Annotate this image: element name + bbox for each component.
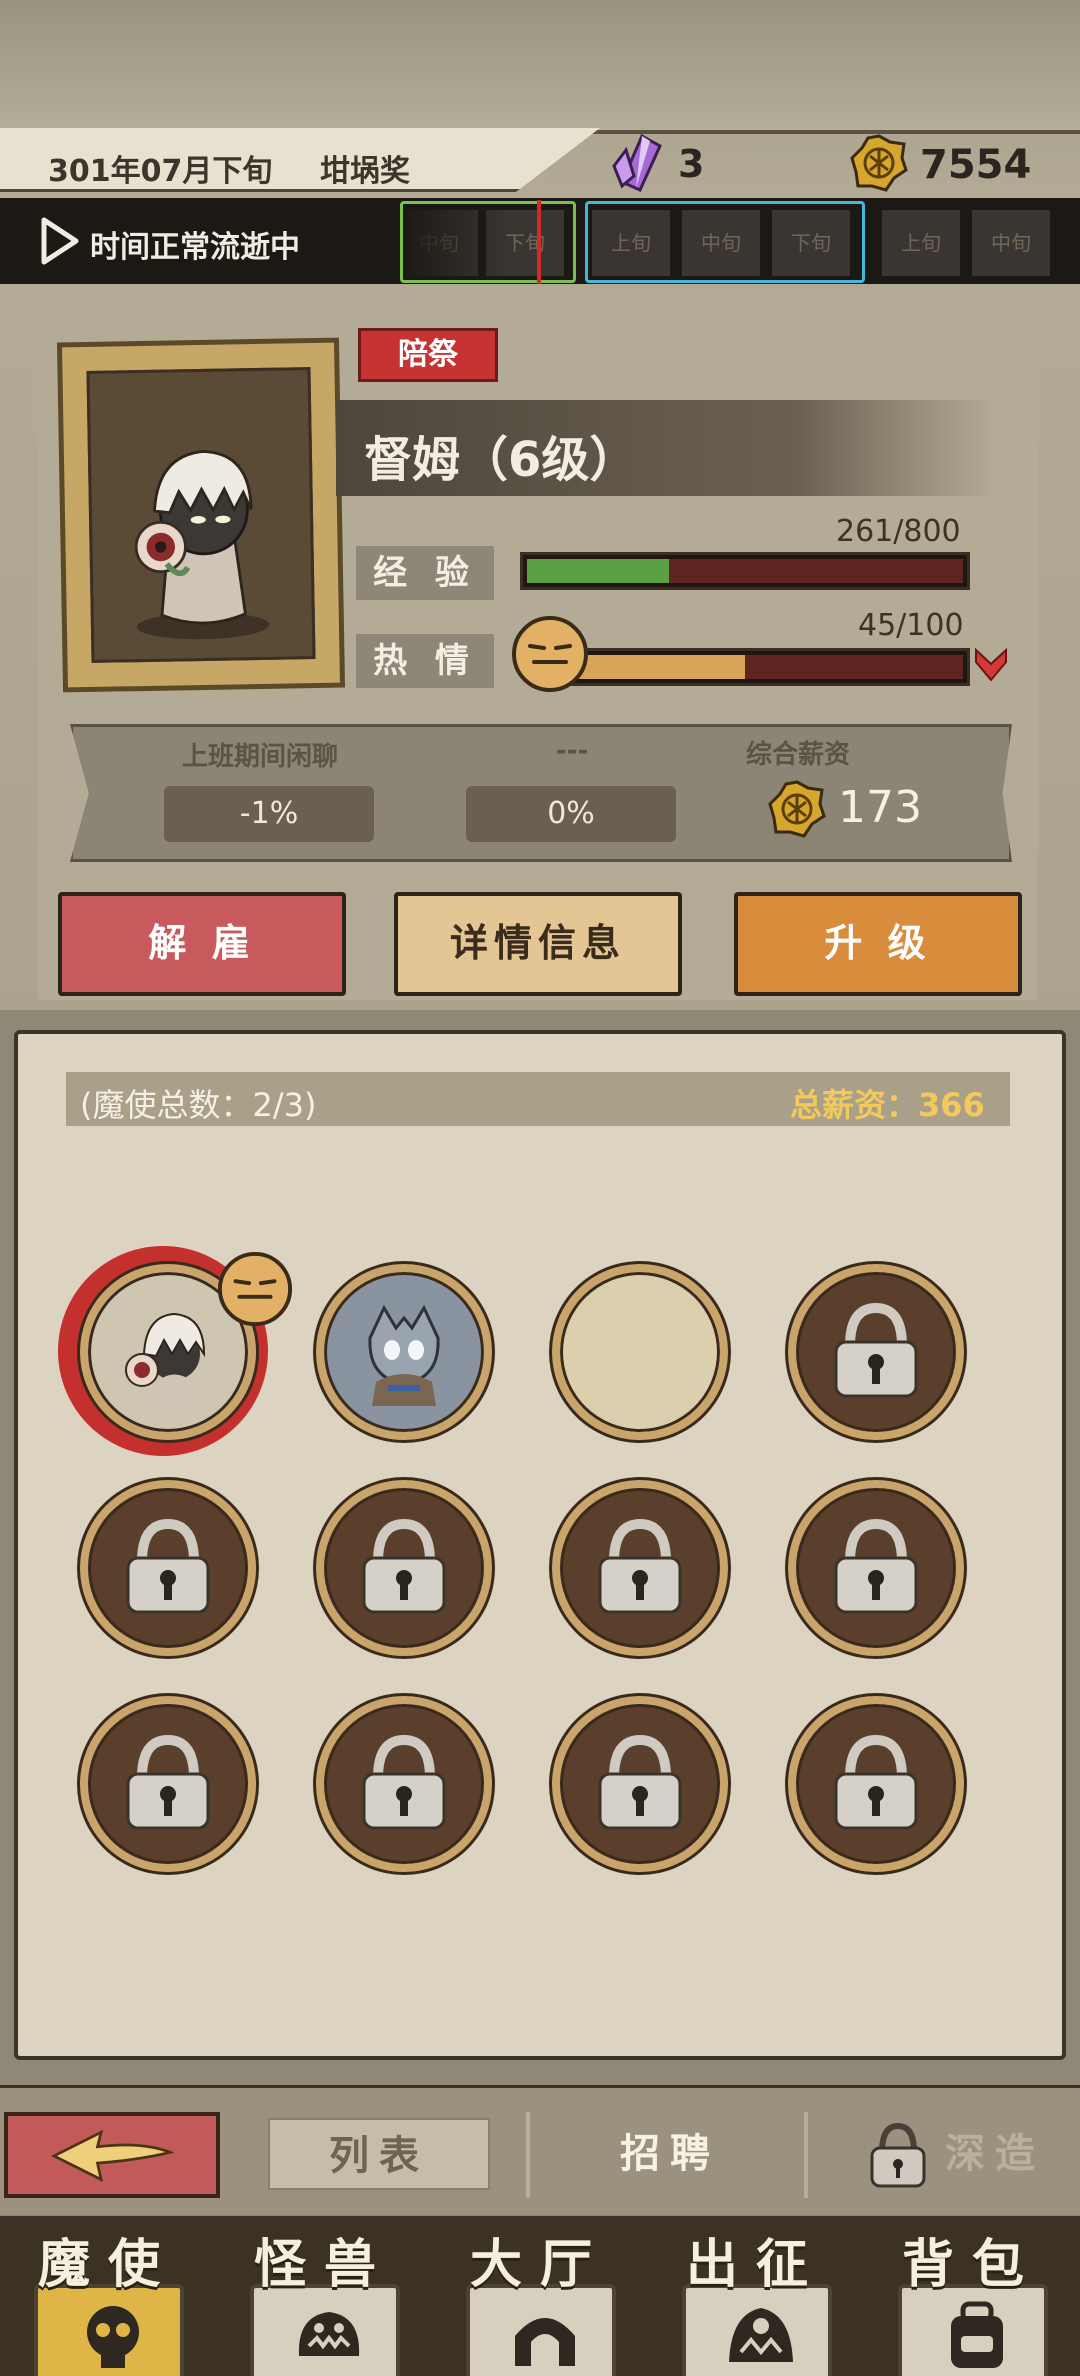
lock-icon bbox=[362, 1734, 446, 1830]
roster-slot-locked[interactable] bbox=[80, 1480, 256, 1656]
character-portrait bbox=[56, 337, 346, 693]
lock-icon bbox=[834, 1302, 918, 1398]
backpack-icon bbox=[898, 2284, 1048, 2376]
tab-deep-study[interactable]: 深造 bbox=[930, 2118, 1060, 2190]
time-slot: 中旬 bbox=[970, 208, 1052, 278]
roster-slot-locked[interactable] bbox=[552, 1480, 728, 1656]
exp-bar bbox=[520, 552, 970, 590]
hall-icon bbox=[466, 2284, 616, 2376]
trait-label: --- bbox=[556, 736, 589, 766]
roster-slot-locked[interactable] bbox=[552, 1696, 728, 1872]
nav-expedition[interactable]: 出征 bbox=[648, 2216, 864, 2376]
nav-monsters[interactable]: 怪兽 bbox=[216, 2216, 432, 2376]
tab-list[interactable]: 列表 bbox=[268, 2118, 490, 2190]
current-period-frame bbox=[400, 201, 576, 283]
tab-divider bbox=[804, 2112, 808, 2198]
trend-down-icon bbox=[975, 647, 1007, 682]
lock-icon bbox=[834, 1518, 918, 1614]
back-button[interactable] bbox=[4, 2112, 220, 2198]
roster-slot-empty[interactable] bbox=[552, 1264, 728, 1440]
nav-label: 出征 bbox=[685, 2235, 826, 2295]
nav-label: 大厅 bbox=[469, 2235, 610, 2295]
roster-slot-locked[interactable] bbox=[788, 1480, 964, 1656]
roster-slot-locked[interactable] bbox=[80, 1696, 256, 1872]
details-button[interactable]: 详情信息 bbox=[394, 892, 682, 996]
lock-icon bbox=[870, 2122, 926, 2188]
gold-coin-icon bbox=[768, 780, 826, 838]
time-marker bbox=[537, 200, 541, 284]
character-avatar bbox=[125, 1312, 206, 1406]
lock-icon bbox=[598, 1518, 682, 1614]
nav-label: 背包 bbox=[901, 2235, 1042, 2295]
fire-button[interactable]: 解 雇 bbox=[58, 892, 346, 996]
play-icon[interactable] bbox=[40, 216, 80, 266]
roster-slot-locked[interactable] bbox=[316, 1480, 492, 1656]
passion-label: 热 情 bbox=[356, 634, 494, 688]
nav-backpack[interactable]: 背包 bbox=[864, 2216, 1080, 2376]
character-art bbox=[134, 450, 270, 640]
coin-count: 7554 bbox=[920, 142, 1032, 188]
current-event[interactable]: 坩埚奖 bbox=[320, 146, 410, 190]
upgrade-button[interactable]: 升 级 bbox=[734, 892, 1022, 996]
trait-label: 上班期间闲聊 bbox=[182, 742, 339, 772]
salary-label: 综合薪资 bbox=[746, 740, 851, 770]
next-month-frame bbox=[585, 201, 865, 283]
back-arrow-icon bbox=[50, 2129, 175, 2182]
character-name: 督姆（6级） bbox=[364, 432, 638, 488]
tab-recruit[interactable]: 招聘 bbox=[560, 2118, 780, 2190]
tab-divider bbox=[526, 2112, 530, 2198]
roster-slot-character[interactable] bbox=[316, 1264, 492, 1440]
trait-value: 0% bbox=[466, 786, 676, 842]
roster-slot-locked[interactable] bbox=[316, 1696, 492, 1872]
mood-face-icon bbox=[512, 616, 588, 692]
total-salary: 总薪资：366 bbox=[790, 1086, 985, 1124]
roster-slot-locked[interactable] bbox=[788, 1264, 964, 1440]
exp-label: 经 验 bbox=[356, 546, 494, 600]
nav-label: 魔使 bbox=[37, 2235, 178, 2295]
passion-bar-fill bbox=[567, 655, 746, 679]
crystal-icon bbox=[612, 133, 662, 192]
passion-bar bbox=[560, 648, 970, 686]
role-tag: 陪祭 bbox=[358, 328, 498, 382]
time-slot: 上旬 bbox=[880, 208, 962, 278]
nav-demon-envoy[interactable]: 魔使 bbox=[0, 2216, 216, 2376]
roster-count: (魔使总数：2/3) bbox=[80, 1086, 317, 1124]
expedition-icon bbox=[682, 2284, 832, 2376]
roster-slot-locked[interactable] bbox=[788, 1696, 964, 1872]
salary-value: 173 bbox=[838, 782, 922, 833]
lock-icon bbox=[598, 1734, 682, 1830]
nav-hall[interactable]: 大厅 bbox=[432, 2216, 648, 2376]
mood-face-icon bbox=[217, 1251, 293, 1327]
nav-label: 怪兽 bbox=[253, 2235, 394, 2295]
exp-bar-fill bbox=[527, 559, 670, 583]
lock-icon bbox=[126, 1734, 210, 1830]
trait-value: -1% bbox=[164, 786, 374, 842]
crystal-count: 3 bbox=[678, 142, 705, 186]
time-status: 时间正常流逝中 bbox=[90, 230, 300, 265]
exp-value: 261/800 bbox=[836, 514, 961, 549]
gold-coin-icon bbox=[850, 134, 908, 192]
skull-icon bbox=[34, 2284, 184, 2376]
lock-icon bbox=[362, 1518, 446, 1614]
character-avatar bbox=[368, 1304, 440, 1406]
lock-icon bbox=[126, 1518, 210, 1614]
current-date: 301年07月下旬 bbox=[48, 154, 273, 189]
passion-value: 45/100 bbox=[858, 608, 964, 643]
monster-icon bbox=[250, 2284, 400, 2376]
lock-icon bbox=[834, 1734, 918, 1830]
